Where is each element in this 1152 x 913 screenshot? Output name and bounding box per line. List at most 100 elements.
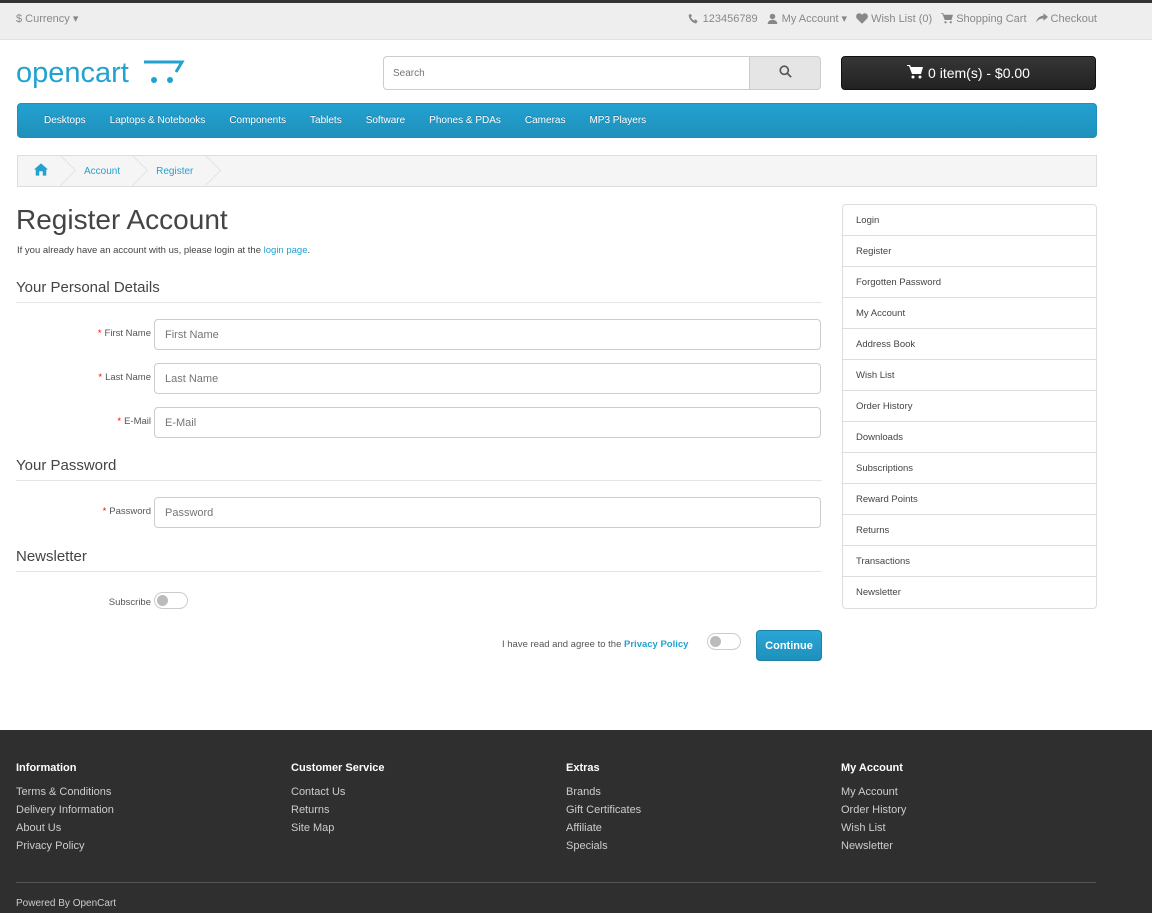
subscribe-row: Subscribe bbox=[17, 587, 821, 618]
lastname-label: * Last Name bbox=[98, 372, 151, 383]
email-label: * E-Mail bbox=[117, 416, 151, 427]
section-personal-details: Your Personal Details bbox=[16, 279, 822, 303]
home-icon bbox=[34, 163, 48, 179]
sidebar-item-returns[interactable]: Returns bbox=[843, 515, 1096, 546]
section-password: Your Password bbox=[16, 457, 822, 481]
footer-link[interactable]: Site Map bbox=[291, 819, 385, 837]
sidebar-item-address-book[interactable]: Address Book bbox=[843, 329, 1096, 360]
breadcrumb-home[interactable] bbox=[18, 156, 68, 186]
menu-item-laptops[interactable]: Laptops & Notebooks bbox=[98, 115, 218, 126]
footer-heading: Customer Service bbox=[291, 762, 385, 774]
powered-by: Powered By OpenCart bbox=[16, 898, 117, 909]
menu-item-software[interactable]: Software bbox=[354, 115, 417, 126]
caret-down-icon: ▾ bbox=[841, 13, 848, 25]
sidebar-item-subscriptions[interactable]: Subscriptions bbox=[843, 453, 1096, 484]
footer-heading: Extras bbox=[566, 762, 600, 774]
email-row: * E-Mail bbox=[17, 407, 821, 438]
footer-link[interactable]: Delivery Information bbox=[16, 801, 114, 819]
opencart-logo[interactable]: opencart bbox=[16, 52, 186, 92]
login-page-link[interactable]: login page bbox=[264, 245, 308, 256]
wishlist-link[interactable]: Wish List (0) bbox=[856, 13, 932, 25]
footer-link[interactable]: Wish List bbox=[841, 819, 906, 837]
email-input[interactable] bbox=[154, 407, 821, 438]
menu-item-cameras[interactable]: Cameras bbox=[513, 115, 578, 126]
lastname-input[interactable] bbox=[154, 363, 821, 394]
currency-dropdown[interactable]: $ Currency ▾ bbox=[16, 12, 78, 25]
footer-heading: My Account bbox=[841, 762, 903, 774]
footer-link[interactable]: Affiliate bbox=[566, 819, 641, 837]
page-title: Register Account bbox=[16, 204, 228, 235]
firstname-input[interactable] bbox=[154, 319, 821, 350]
breadcrumb-register[interactable]: Register bbox=[140, 156, 213, 186]
shopping-cart-link[interactable]: Shopping Cart bbox=[941, 13, 1027, 25]
sidebar-item-login[interactable]: Login bbox=[843, 205, 1096, 236]
cart-icon bbox=[941, 13, 954, 25]
password-row: * Password bbox=[17, 497, 821, 528]
footer-link[interactable]: Brands bbox=[566, 783, 641, 801]
account-sidebar: Login Register Forgotten Password My Acc… bbox=[842, 204, 1097, 609]
footer-link[interactable]: Gift Certificates bbox=[566, 801, 641, 819]
agree-toggle[interactable] bbox=[707, 633, 741, 650]
sidebar-item-newsletter[interactable]: Newsletter bbox=[843, 577, 1096, 608]
share-icon bbox=[1035, 13, 1048, 25]
firstname-label: * First Name bbox=[97, 328, 151, 339]
menu-item-components[interactable]: Components bbox=[217, 115, 298, 126]
footer-link[interactable]: Returns bbox=[291, 801, 385, 819]
top-bar: $ Currency ▾ 123456789 My Account ▾ Wish… bbox=[0, 0, 1152, 40]
continue-button[interactable]: Continue bbox=[756, 630, 822, 661]
menu-item-phones[interactable]: Phones & PDAs bbox=[417, 115, 513, 126]
lastname-row: * Last Name bbox=[17, 363, 821, 394]
search-bar bbox=[383, 56, 821, 90]
footer-col-extras: Extras Brands Gift Certificates Affiliat… bbox=[566, 762, 641, 855]
intro-text: If you already have an account with us, … bbox=[17, 245, 311, 256]
sidebar-item-forgotten-password[interactable]: Forgotten Password bbox=[843, 267, 1096, 298]
footer-link[interactable]: Terms & Conditions bbox=[16, 783, 114, 801]
password-label: * Password bbox=[102, 506, 151, 517]
footer-divider bbox=[16, 882, 1096, 883]
footer-link[interactable]: Newsletter bbox=[841, 837, 906, 855]
menu-item-tablets[interactable]: Tablets bbox=[298, 115, 354, 126]
cart-total: 0 item(s) - $0.00 bbox=[928, 65, 1030, 81]
sidebar-item-register[interactable]: Register bbox=[843, 236, 1096, 267]
subscribe-toggle[interactable] bbox=[154, 592, 188, 609]
sidebar-item-reward-points[interactable]: Reward Points bbox=[843, 484, 1096, 515]
breadcrumb: Account Register bbox=[17, 155, 1097, 187]
my-account-dropdown[interactable]: My Account ▾ bbox=[767, 12, 847, 25]
privacy-policy-link[interactable]: Privacy Policy bbox=[624, 639, 688, 650]
privacy-agree-text: I have read and agree to the Privacy Pol… bbox=[502, 639, 689, 650]
menu-item-desktops[interactable]: Desktops bbox=[32, 115, 98, 126]
cart-button[interactable]: 0 item(s) - $0.00 bbox=[841, 56, 1096, 90]
footer-col-information: Information Terms & Conditions Delivery … bbox=[16, 762, 114, 855]
phone-icon bbox=[688, 13, 700, 25]
sidebar-item-downloads[interactable]: Downloads bbox=[843, 422, 1096, 453]
breadcrumb-account[interactable]: Account bbox=[68, 156, 140, 186]
footer-col-customer-service: Customer Service Contact Us Returns Site… bbox=[291, 762, 385, 837]
top-links: 123456789 My Account ▾ Wish List (0) Sho… bbox=[688, 12, 1097, 25]
subscribe-label: Subscribe bbox=[108, 597, 151, 608]
logo-text: opencart bbox=[16, 57, 129, 89]
footer-link[interactable]: Order History bbox=[841, 801, 906, 819]
footer: Information Terms & Conditions Delivery … bbox=[0, 730, 1152, 913]
footer-link[interactable]: My Account bbox=[841, 783, 906, 801]
footer-heading: Information bbox=[16, 762, 77, 774]
sidebar-item-my-account[interactable]: My Account bbox=[843, 298, 1096, 329]
checkout-link[interactable]: Checkout bbox=[1035, 13, 1097, 25]
footer-link[interactable]: About Us bbox=[16, 819, 114, 837]
cart-icon bbox=[907, 64, 924, 82]
phone-link[interactable]: 123456789 bbox=[688, 13, 758, 25]
footer-col-my-account: My Account My Account Order History Wish… bbox=[841, 762, 906, 855]
search-button[interactable] bbox=[749, 56, 821, 90]
password-input[interactable] bbox=[154, 497, 821, 528]
sidebar-item-order-history[interactable]: Order History bbox=[843, 391, 1096, 422]
category-menu: Desktops Laptops & Notebooks Components … bbox=[17, 103, 1097, 138]
sidebar-item-wish-list[interactable]: Wish List bbox=[843, 360, 1096, 391]
footer-link[interactable]: Contact Us bbox=[291, 783, 385, 801]
sidebar-item-transactions[interactable]: Transactions bbox=[843, 546, 1096, 577]
menu-item-mp3[interactable]: MP3 Players bbox=[577, 115, 658, 126]
search-input[interactable] bbox=[383, 56, 749, 90]
footer-link[interactable]: Specials bbox=[566, 837, 641, 855]
firstname-row: * First Name bbox=[17, 319, 821, 350]
caret-down-icon: ▾ bbox=[72, 13, 79, 25]
footer-link[interactable]: Privacy Policy bbox=[16, 837, 114, 855]
search-icon bbox=[778, 65, 792, 81]
